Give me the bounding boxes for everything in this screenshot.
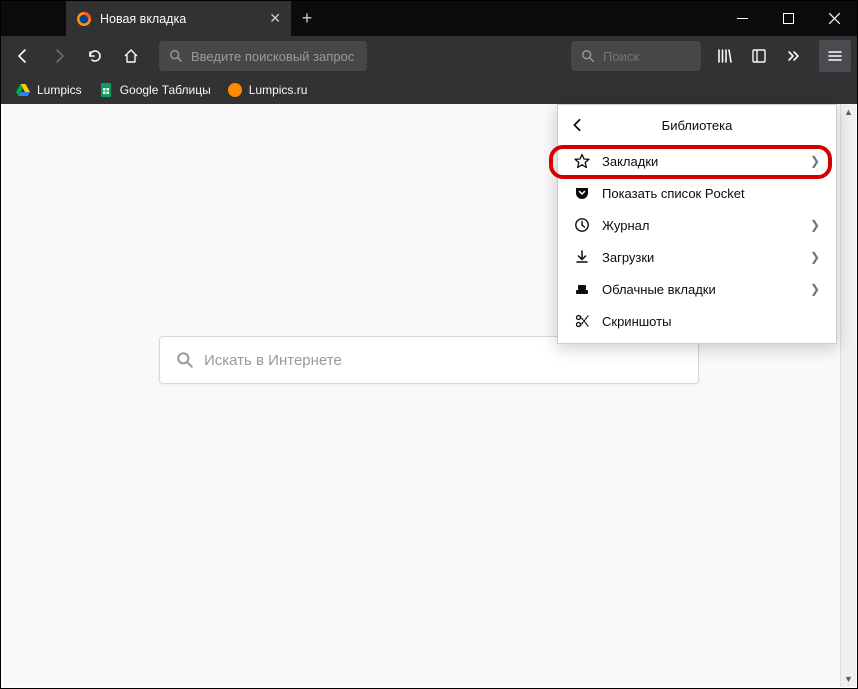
newtab-search-input[interactable]	[204, 352, 682, 369]
pocket-icon	[574, 185, 590, 201]
panel-item-label: Облачные вкладки	[602, 282, 798, 297]
bookmarks-toolbar: Lumpics Google Таблицы Lumpics.ru	[1, 76, 857, 104]
bookmark-label: Google Таблицы	[120, 83, 211, 97]
search-icon	[169, 49, 183, 63]
maximize-button[interactable]	[765, 1, 811, 36]
firefox-icon	[76, 11, 92, 27]
navigation-toolbar	[1, 36, 857, 76]
browser-window: Новая вкладка ✕ +	[0, 0, 858, 689]
search-bar[interactable]	[571, 41, 701, 71]
url-input[interactable]	[191, 49, 357, 64]
chevron-right-icon: ❯	[810, 250, 820, 264]
search-icon	[581, 49, 595, 63]
bookmark-label: Lumpics.ru	[249, 83, 308, 97]
star-icon	[574, 153, 590, 169]
reload-button[interactable]	[79, 40, 111, 72]
panel-item-label: Скриншоты	[602, 314, 820, 329]
panel-item-pocket[interactable]: Показать список Pocket	[558, 177, 836, 209]
favicon-icon	[227, 82, 243, 98]
screenshot-icon	[574, 313, 590, 329]
new-tab-button[interactable]: +	[291, 1, 323, 36]
forward-button[interactable]	[43, 40, 75, 72]
tabs-strip: Новая вкладка ✕ +	[1, 1, 323, 36]
library-panel: Библиотека Закладки ❯ Показать список Po…	[557, 104, 837, 344]
minimize-button[interactable]	[719, 1, 765, 36]
bookmark-item[interactable]: Google Таблицы	[92, 78, 217, 102]
bookmark-item[interactable]: Lumpics	[9, 78, 88, 102]
back-button[interactable]	[7, 40, 39, 72]
panel-title: Библиотека	[570, 118, 824, 133]
panel-item-label: Показать список Pocket	[602, 186, 820, 201]
overflow-button[interactable]	[777, 40, 809, 72]
window-controls	[719, 1, 857, 36]
sidebar-button[interactable]	[743, 40, 775, 72]
panel-item-label: Загрузки	[602, 250, 798, 265]
sheets-icon	[98, 82, 114, 98]
library-button[interactable]	[709, 40, 741, 72]
panel-item-downloads[interactable]: Загрузки ❯	[558, 241, 836, 273]
close-window-button[interactable]	[811, 1, 857, 36]
panel-item-screenshots[interactable]: Скриншоты	[558, 305, 836, 337]
vertical-scrollbar[interactable]: ▲ ▼	[840, 104, 856, 687]
panel-header: Библиотека	[558, 105, 836, 145]
chevron-right-icon: ❯	[810, 218, 820, 232]
tab-active[interactable]: Новая вкладка ✕	[66, 1, 291, 36]
panel-item-label: Закладки	[602, 154, 798, 169]
home-button[interactable]	[115, 40, 147, 72]
titlebar: Новая вкладка ✕ +	[1, 1, 857, 36]
tab-title: Новая вкладка	[100, 12, 261, 26]
app-menu-button[interactable]	[819, 40, 851, 72]
scroll-up-arrow[interactable]: ▲	[841, 104, 856, 120]
chevron-right-icon: ❯	[810, 282, 820, 296]
download-icon	[574, 249, 590, 265]
panel-item-label: Журнал	[602, 218, 798, 233]
bookmark-item[interactable]: Lumpics.ru	[221, 78, 314, 102]
search-input[interactable]	[603, 49, 691, 64]
panel-item-synced-tabs[interactable]: Облачные вкладки ❯	[558, 273, 836, 305]
chevron-right-icon: ❯	[810, 154, 820, 168]
panel-item-bookmarks[interactable]: Закладки ❯	[558, 145, 836, 177]
cloud-tabs-icon	[574, 281, 590, 297]
tab-close-button[interactable]: ✕	[269, 10, 281, 27]
address-bar[interactable]	[159, 41, 367, 71]
drive-icon	[15, 82, 31, 98]
bookmark-label: Lumpics	[37, 83, 82, 97]
panel-item-history[interactable]: Журнал ❯	[558, 209, 836, 241]
search-icon	[176, 351, 194, 369]
panel-back-button[interactable]	[570, 118, 584, 132]
scroll-down-arrow[interactable]: ▼	[841, 671, 856, 687]
history-icon	[574, 217, 590, 233]
